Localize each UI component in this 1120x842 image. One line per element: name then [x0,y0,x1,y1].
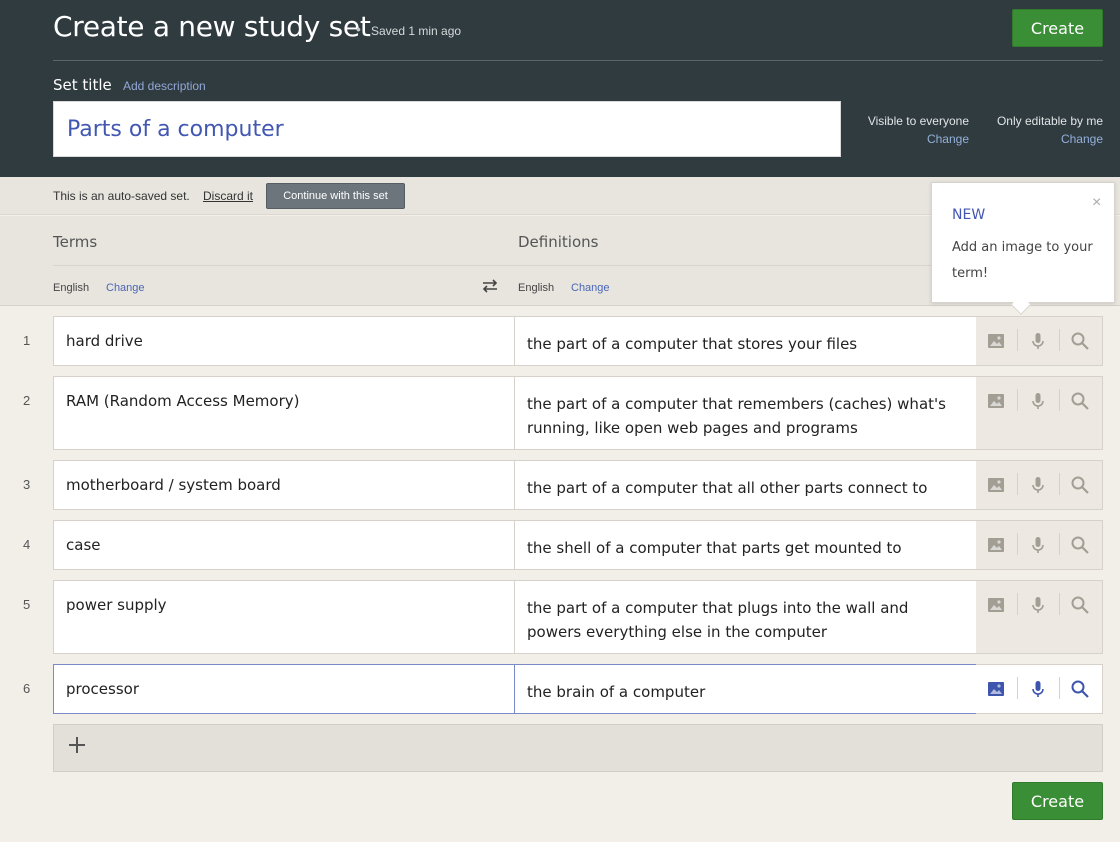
set-title-input[interactable]: Parts of a computer [53,101,841,157]
tool-divider [1017,593,1018,615]
definition-input[interactable]: the part of a computer that all other pa… [514,460,977,510]
create-button[interactable]: Create [1012,9,1103,47]
card-number: 6 [23,681,31,696]
term-input[interactable]: case [53,520,515,570]
swap-icon[interactable] [481,278,499,299]
microphone-icon[interactable] [1028,595,1050,617]
card-tools [976,460,1103,510]
separator-dot: • [356,21,361,37]
definition-input[interactable]: the part of a computer that remembers (c… [514,376,977,450]
image-icon[interactable] [986,391,1008,413]
definition-input[interactable]: the part of a computer that stores your … [514,316,977,366]
editability-label: Only editable by me [996,114,1103,128]
set-title-label: Set title [53,76,112,94]
create-button-bottom[interactable]: Create [1012,782,1103,820]
image-icon[interactable] [986,475,1008,497]
definition-input[interactable]: the shell of a computer that parts get m… [514,520,977,570]
tool-divider [1059,389,1060,411]
discard-link[interactable]: Discard it [203,189,253,203]
definition-input[interactable]: the brain of a computer [514,664,977,714]
card-number: 2 [23,393,31,408]
microphone-icon[interactable] [1028,475,1050,497]
microphone-icon[interactable] [1028,391,1050,413]
image-icon[interactable] [986,331,1008,353]
header-divider [53,60,1103,61]
definition-input[interactable]: the part of a computer that plugs into t… [514,580,977,654]
continue-button[interactable]: Continue with this set [266,183,405,209]
saved-status: Saved 1 min ago [371,24,462,38]
microphone-icon[interactable] [1028,535,1050,557]
term-language-change-link[interactable]: Change [106,282,145,294]
definition-language-change-link[interactable]: Change [571,282,610,294]
search-icon[interactable] [1070,535,1092,557]
card-number: 4 [23,537,31,552]
card-tools [976,316,1103,366]
image-icon[interactable] [986,679,1008,701]
tool-divider [1059,329,1060,351]
card-number: 1 [23,333,31,348]
image-icon[interactable] [986,535,1008,557]
microphone-icon[interactable] [1028,331,1050,353]
autosave-text: This is an auto-saved set. [53,189,190,203]
tool-divider [1017,329,1018,351]
card-tools [976,520,1103,570]
add-card-button[interactable] [53,724,1103,772]
term-input[interactable]: power supply [53,580,515,654]
add-description-link[interactable]: Add description [123,79,206,93]
search-icon[interactable] [1070,331,1092,353]
tool-divider [1017,473,1018,495]
search-icon[interactable] [1070,679,1092,701]
card-tools [976,664,1103,714]
image-icon[interactable] [986,595,1008,617]
term-input[interactable]: motherboard / system board [53,460,515,510]
column-divider [53,265,931,266]
definitions-column-label: Definitions [518,233,599,251]
plus-icon[interactable] [67,735,87,760]
page-title: Create a new study set [53,10,371,43]
card-number: 5 [23,597,31,612]
visibility-label: Visible to everyone [867,114,969,128]
term-language: English [53,282,90,294]
tool-divider [1017,389,1018,411]
close-icon[interactable]: × [1092,194,1101,212]
tooltip-badge: NEW [952,207,986,223]
microphone-icon[interactable] [1028,679,1050,701]
terms-column-label: Terms [53,233,98,251]
search-icon[interactable] [1070,475,1092,497]
tool-divider [1059,593,1060,615]
tool-divider [1059,533,1060,555]
visibility-change-link[interactable]: Change [927,132,969,146]
tool-divider [1017,677,1018,699]
term-input[interactable]: RAM (Random Access Memory) [53,376,515,450]
tool-divider [1059,677,1060,699]
search-icon[interactable] [1070,595,1092,617]
tool-divider [1059,473,1060,495]
card-tools [976,580,1103,654]
tooltip-text: Add an image to your term! [952,240,1093,281]
card-number: 3 [23,477,31,492]
term-input[interactable]: hard drive [53,316,515,366]
term-input[interactable]: processor [53,664,515,714]
tool-divider [1017,533,1018,555]
card-tools [976,376,1103,450]
editability-change-link[interactable]: Change [1061,132,1103,146]
search-icon[interactable] [1070,391,1092,413]
definition-language: English [518,282,555,294]
